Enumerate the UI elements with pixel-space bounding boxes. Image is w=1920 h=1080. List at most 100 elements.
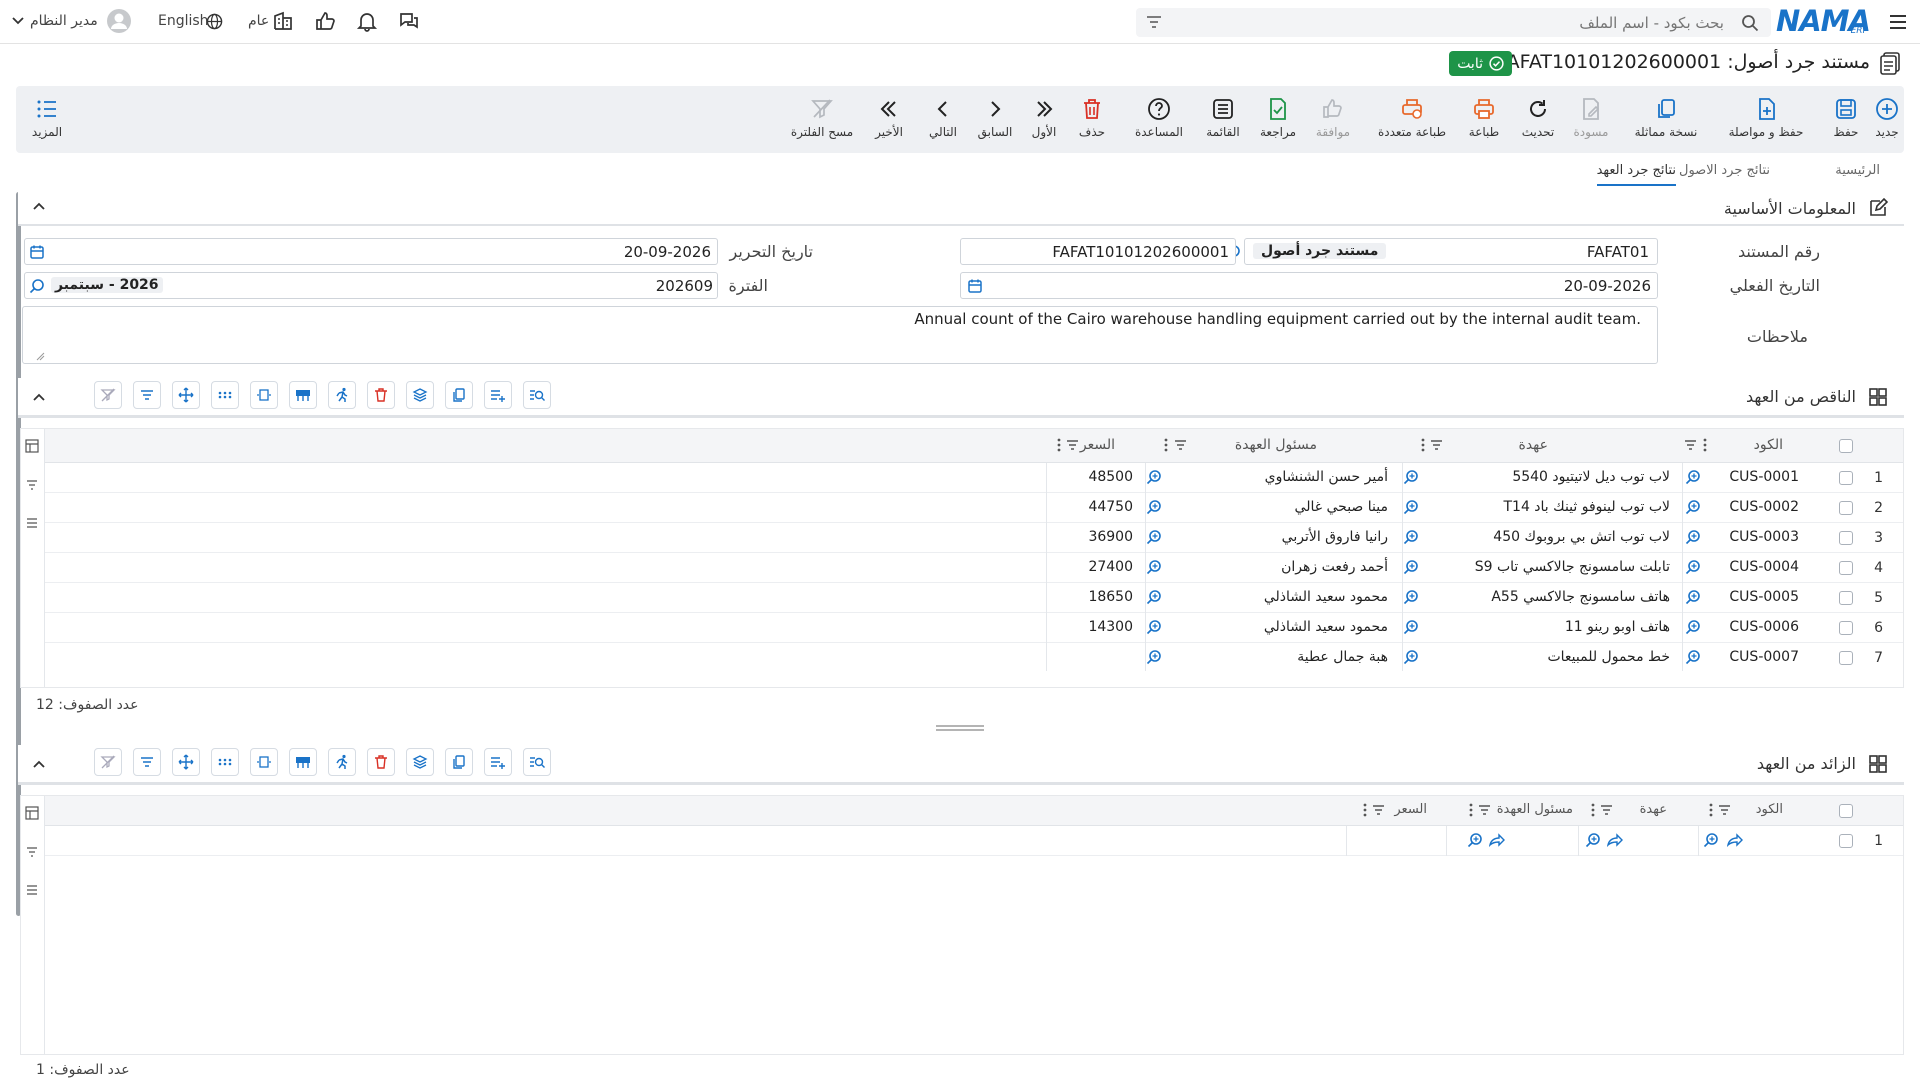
avatar[interactable] — [107, 9, 131, 33]
column-menu-icon[interactable] — [1421, 438, 1425, 452]
table-row[interactable]: 2 CUS-0002 لاب توب لينوفو ثينك باد T14 مينا… — [45, 493, 1903, 523]
layers-icon[interactable] — [406, 748, 434, 776]
column-filter-icon[interactable] — [1478, 804, 1491, 817]
filter-icon[interactable] — [133, 381, 161, 409]
logo[interactable]: NAMA ERP — [1776, 4, 1871, 38]
column-filter-icon[interactable] — [1174, 439, 1187, 452]
duplicate-button[interactable]: نسخة مماثلة — [1624, 86, 1708, 153]
lookup-icon[interactable] — [1403, 649, 1419, 665]
doc-number-full-field[interactable]: FAFAT10101202600001 — [960, 238, 1236, 265]
new-button[interactable]: جديد — [1870, 86, 1904, 153]
column-menu-icon[interactable] — [1363, 803, 1367, 817]
building-icon[interactable] — [272, 10, 294, 32]
delete-icon[interactable] — [367, 381, 395, 409]
share-icon[interactable] — [1489, 833, 1505, 847]
table-row[interactable]: 1 CUS-0001 لاب توب ديل لاتيتيود 5540 أمير ح… — [45, 463, 1903, 493]
table-row[interactable]: 4 CUS-0004 تابلت سامسونج جالاكسي تاب S9 أحم… — [45, 553, 1903, 583]
select-all-checkbox[interactable] — [1839, 804, 1853, 818]
row-checkbox[interactable] — [1839, 834, 1853, 848]
dots-grid-icon[interactable] — [211, 748, 239, 776]
columns-icon[interactable] — [25, 806, 39, 820]
language-switch[interactable]: English — [158, 13, 209, 29]
column-filter-icon[interactable] — [1684, 439, 1697, 452]
clear-filter-button[interactable]: مسح الفلترة — [786, 86, 858, 153]
column-menu-icon[interactable] — [1703, 438, 1707, 452]
column-header-code[interactable]: الكود — [1754, 437, 1783, 453]
table-icon[interactable] — [289, 381, 317, 409]
filter-side-icon[interactable] — [26, 479, 38, 491]
lookup-icon[interactable] — [1685, 529, 1701, 545]
review-button[interactable]: مراجعة — [1254, 86, 1302, 153]
layers-icon[interactable] — [406, 381, 434, 409]
table-row[interactable]: 3 CUS-0003 لاب توب اتش بي بروبوك 450 رانيا … — [45, 523, 1903, 553]
lookup-icon[interactable] — [1403, 529, 1419, 545]
row-checkbox[interactable] — [1839, 621, 1853, 635]
chat-icon[interactable] — [398, 10, 420, 32]
period-field[interactable]: 202609 2026 - سبتمبر — [24, 272, 718, 299]
table-row[interactable]: 5 CUS-0005 هاتف سامسونج جالاكسي A55 محمود س… — [45, 583, 1903, 613]
column-header-code[interactable]: الكود — [1756, 802, 1783, 817]
print-button[interactable]: طباعة — [1460, 86, 1508, 153]
column-menu-icon[interactable] — [1469, 803, 1473, 817]
tab-main[interactable]: الرئيسية — [1835, 163, 1880, 178]
menu-icon[interactable] — [1888, 12, 1908, 32]
lookup-icon[interactable] — [1403, 589, 1419, 605]
splitter-handle[interactable] — [936, 725, 984, 731]
column-header-responsible[interactable]: مسئول العهدة — [1497, 802, 1573, 817]
help-button[interactable]: المساعدة — [1126, 86, 1192, 153]
row-checkbox[interactable] — [1839, 651, 1853, 665]
search-rows-icon[interactable] — [523, 748, 551, 776]
row-checkbox[interactable] — [1839, 531, 1853, 545]
rows-side-icon[interactable] — [26, 517, 38, 529]
column-menu-icon[interactable] — [1709, 803, 1713, 817]
approve-button[interactable]: موافقة — [1308, 86, 1358, 153]
table-icon[interactable] — [289, 748, 317, 776]
edit-date-field[interactable]: 20-09-2026 — [24, 238, 718, 265]
save-continue-button[interactable]: حفظ و مواصلة — [1716, 86, 1816, 153]
lookup-icon[interactable] — [1403, 469, 1419, 485]
lookup-icon[interactable] — [1685, 499, 1701, 515]
column-menu-icon[interactable] — [1591, 803, 1595, 817]
select-all-checkbox[interactable] — [1839, 439, 1853, 453]
rows-side-icon[interactable] — [26, 884, 38, 896]
lookup-icon[interactable] — [29, 278, 45, 294]
lookup-icon[interactable] — [1146, 559, 1162, 575]
tab-asset-results[interactable]: نتائج جرد الاصول — [1679, 163, 1770, 178]
chevron-up-icon[interactable] — [32, 392, 46, 402]
save-button[interactable]: حفظ — [1826, 86, 1866, 153]
tab-custody-results[interactable]: نتائج جرد العهد — [1596, 163, 1676, 186]
lookup-icon[interactable] — [1403, 559, 1419, 575]
delete-button[interactable]: حذف — [1072, 86, 1112, 153]
chevron-up-icon[interactable] — [32, 201, 46, 211]
lookup-icon[interactable] — [1685, 589, 1701, 605]
lookup-icon[interactable] — [1146, 499, 1162, 515]
bell-icon[interactable] — [356, 10, 378, 32]
chevron-up-icon[interactable] — [32, 759, 46, 769]
column-filter-icon[interactable] — [1430, 439, 1443, 452]
column-filter-icon[interactable] — [1066, 439, 1079, 452]
resize-handle-icon[interactable] — [35, 351, 45, 361]
first-button[interactable]: الأول — [1024, 86, 1064, 153]
list-button[interactable]: القائمة — [1198, 86, 1248, 153]
fit-columns-icon[interactable] — [250, 381, 278, 409]
lookup-icon[interactable] — [1585, 832, 1601, 848]
thumbs-up-icon[interactable] — [314, 10, 336, 32]
column-header-custody[interactable]: عهدة — [1640, 802, 1667, 817]
actual-date-field[interactable]: 20-09-2026 — [960, 272, 1658, 299]
column-menu-icon[interactable] — [1164, 438, 1168, 452]
draft-button[interactable]: مسودة — [1566, 86, 1616, 153]
dots-grid-icon[interactable] — [211, 381, 239, 409]
column-filter-icon[interactable] — [1372, 804, 1385, 817]
add-row-icon[interactable] — [484, 381, 512, 409]
table-row[interactable]: 7 CUS-0007 خط محمول للمبيعات هبة جمال عطية — [45, 643, 1903, 671]
row-checkbox[interactable] — [1839, 501, 1853, 515]
row-checkbox[interactable] — [1839, 471, 1853, 485]
calendar-icon[interactable] — [967, 278, 983, 294]
run-icon[interactable] — [328, 381, 356, 409]
column-header-price[interactable]: السعر — [1080, 437, 1115, 453]
column-menu-icon[interactable] — [1057, 438, 1061, 452]
move-icon[interactable] — [172, 381, 200, 409]
column-header-price[interactable]: السعر — [1394, 802, 1427, 817]
lookup-icon[interactable] — [1146, 589, 1162, 605]
more-button[interactable]: المزيد — [24, 86, 70, 153]
